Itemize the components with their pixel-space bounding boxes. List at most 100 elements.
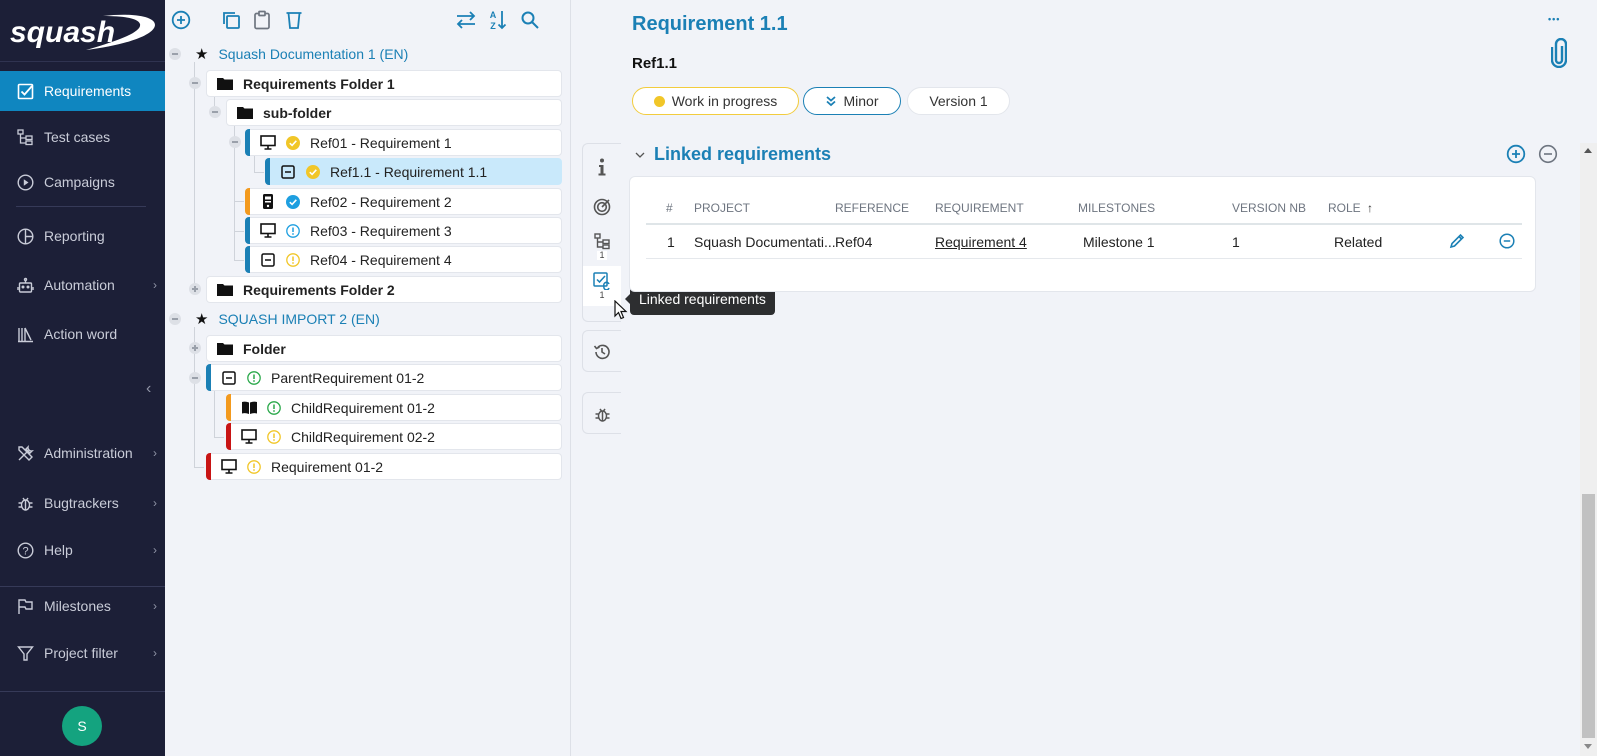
tree-node-requirement-selected[interactable]: Ref1.1 - Requirement 1.1	[265, 158, 562, 185]
edit-link-button[interactable]	[1449, 233, 1465, 252]
scroll-down-arrow[interactable]	[1584, 744, 1592, 749]
tree-node-folder[interactable]: Folder	[206, 335, 562, 362]
user-avatar[interactable]: S	[62, 706, 102, 746]
help-icon: ?	[16, 541, 34, 559]
column-header-milestones[interactable]: MILESTONES	[1078, 201, 1155, 215]
nav-divider	[16, 206, 146, 207]
information-tab[interactable]	[583, 150, 621, 184]
nav-automation[interactable]: Automation ›	[0, 265, 165, 305]
clipboard-icon	[254, 10, 270, 30]
attachments-button[interactable]	[1550, 37, 1568, 71]
collapse-toggle[interactable]	[229, 136, 241, 148]
squash-logo[interactable]: squash	[0, 0, 165, 62]
search-button[interactable]	[519, 9, 541, 31]
paste-button[interactable]	[251, 9, 273, 31]
nav-label: Requirements	[44, 83, 132, 99]
node-label: ChildRequirement 02-2	[291, 428, 435, 445]
tree-node-requirement[interactable]: Requirement 01-2	[206, 453, 562, 480]
scroll-up-arrow[interactable]	[1584, 148, 1592, 153]
delete-button[interactable]	[283, 9, 305, 31]
status-badge[interactable]: Work in progress	[632, 87, 799, 115]
issues-tab[interactable]	[583, 397, 621, 431]
sort-button[interactable]: AZ	[487, 9, 509, 31]
scrollbar-thumb[interactable]	[1582, 494, 1595, 738]
mouse-cursor-icon	[614, 299, 628, 323]
status-under-review-icon	[286, 223, 300, 238]
criticality-badge[interactable]: Minor	[803, 87, 901, 115]
history-tab[interactable]	[583, 335, 621, 369]
column-header-project[interactable]: PROJECT	[694, 201, 750, 215]
expand-toggle[interactable]	[189, 342, 201, 354]
cell-requirement-link[interactable]: Requirement 4	[935, 234, 1027, 250]
side-tool-group	[582, 392, 621, 434]
expand-toggle[interactable]	[189, 283, 201, 295]
tree-project[interactable]: ★ Squash Documentation 1 (EN)	[195, 43, 408, 65]
linked-requirements-header[interactable]: Linked requirements	[635, 144, 831, 165]
tree-node-folder[interactable]: Requirements Folder 2	[206, 276, 562, 303]
version-badge[interactable]: Version 1	[907, 87, 1010, 115]
column-header-reference[interactable]: REFERENCE	[835, 201, 909, 215]
nav-administration[interactable]: Administration ›	[0, 433, 165, 473]
cell-role: Related	[1334, 234, 1383, 250]
nav-help[interactable]: ? Help ›	[0, 530, 165, 570]
tree-node-requirement[interactable]: Ref01 - Requirement 1	[245, 129, 562, 156]
nav-requirements[interactable]: Requirements	[0, 71, 165, 111]
tree-guide-line	[234, 231, 244, 232]
nav-reporting[interactable]: Reporting	[0, 216, 165, 256]
nav-project-filter[interactable]: Project filter ›	[0, 633, 165, 673]
status-work-in-progress-icon	[286, 252, 300, 267]
copy-button[interactable]	[220, 9, 242, 31]
status-alert-green-icon	[267, 400, 281, 415]
section-title: Linked requirements	[654, 144, 832, 164]
collapse-nav-button[interactable]: ‹	[146, 380, 151, 398]
nav-campaigns[interactable]: Campaigns	[0, 162, 165, 202]
minus-box-icon	[260, 252, 276, 268]
collapse-toggle[interactable]	[209, 106, 221, 118]
transfer-button[interactable]	[455, 9, 477, 31]
add-button[interactable]	[170, 9, 192, 31]
collapse-toggle[interactable]	[189, 372, 201, 384]
tree-node-requirement[interactable]: Ref04 - Requirement 4	[245, 246, 562, 273]
nav-milestones[interactable]: Milestones ›	[0, 586, 165, 626]
monitor-icon	[260, 135, 276, 151]
tree-guide-line	[234, 201, 244, 202]
tree-node-requirement[interactable]: ParentRequirement 01-2	[206, 364, 562, 391]
add-circle-icon	[1506, 144, 1526, 164]
collapse-toggle[interactable]	[189, 77, 201, 89]
requirement-title: Requirement 1.1	[632, 13, 788, 35]
status-alert-green-icon	[247, 370, 261, 385]
linked-check-icon	[593, 272, 610, 290]
remove-row-button[interactable]	[1499, 233, 1515, 252]
column-header-index[interactable]: #	[666, 201, 673, 215]
column-header-version[interactable]: VERSION NB	[1232, 201, 1306, 215]
column-header-role[interactable]: ROLE ↑	[1328, 201, 1373, 215]
tree-node-requirement[interactable]: Ref02 - Requirement 2	[245, 188, 562, 215]
collapse-toggle[interactable]	[169, 313, 181, 325]
tree-icon	[16, 128, 34, 146]
nav-bugtrackers[interactable]: Bugtrackers ›	[0, 483, 165, 523]
linked-requirements-count: 1	[597, 290, 607, 300]
column-header-requirement[interactable]: REQUIREMENT	[935, 201, 1024, 215]
nav-action-word[interactable]: Action word	[0, 314, 165, 354]
collapse-toggle[interactable]	[169, 48, 181, 60]
tree-node-folder[interactable]: Requirements Folder 1	[206, 70, 562, 97]
remove-circle-icon	[1499, 233, 1515, 249]
book-icon	[241, 400, 257, 416]
tree-project[interactable]: ★ SQUASH IMPORT 2 (EN)	[195, 308, 380, 330]
target-tab[interactable]	[583, 190, 621, 224]
node-label: Folder	[243, 340, 286, 357]
search-icon	[521, 11, 539, 29]
tree-node-requirement[interactable]: Ref03 - Requirement 3	[245, 217, 562, 244]
nav-test-cases[interactable]: Test cases	[0, 117, 165, 157]
add-link-button[interactable]	[1506, 144, 1526, 167]
tree-node-requirement[interactable]: ChildRequirement 01-2	[226, 394, 562, 421]
more-options-button[interactable]: •••	[1548, 14, 1560, 24]
tree-node-requirement[interactable]: ChildRequirement 02-2	[226, 423, 562, 450]
coverage-tab[interactable]: 1	[583, 226, 621, 266]
tree-node-folder[interactable]: sub-folder	[226, 99, 562, 126]
nav-label: Campaigns	[44, 174, 115, 190]
cell-index: 1	[667, 234, 675, 250]
remove-link-button[interactable]	[1538, 144, 1558, 167]
table-row: 1 Squash Documentati... Ref04 Requiremen…	[646, 225, 1522, 259]
svg-text:A: A	[490, 10, 497, 20]
